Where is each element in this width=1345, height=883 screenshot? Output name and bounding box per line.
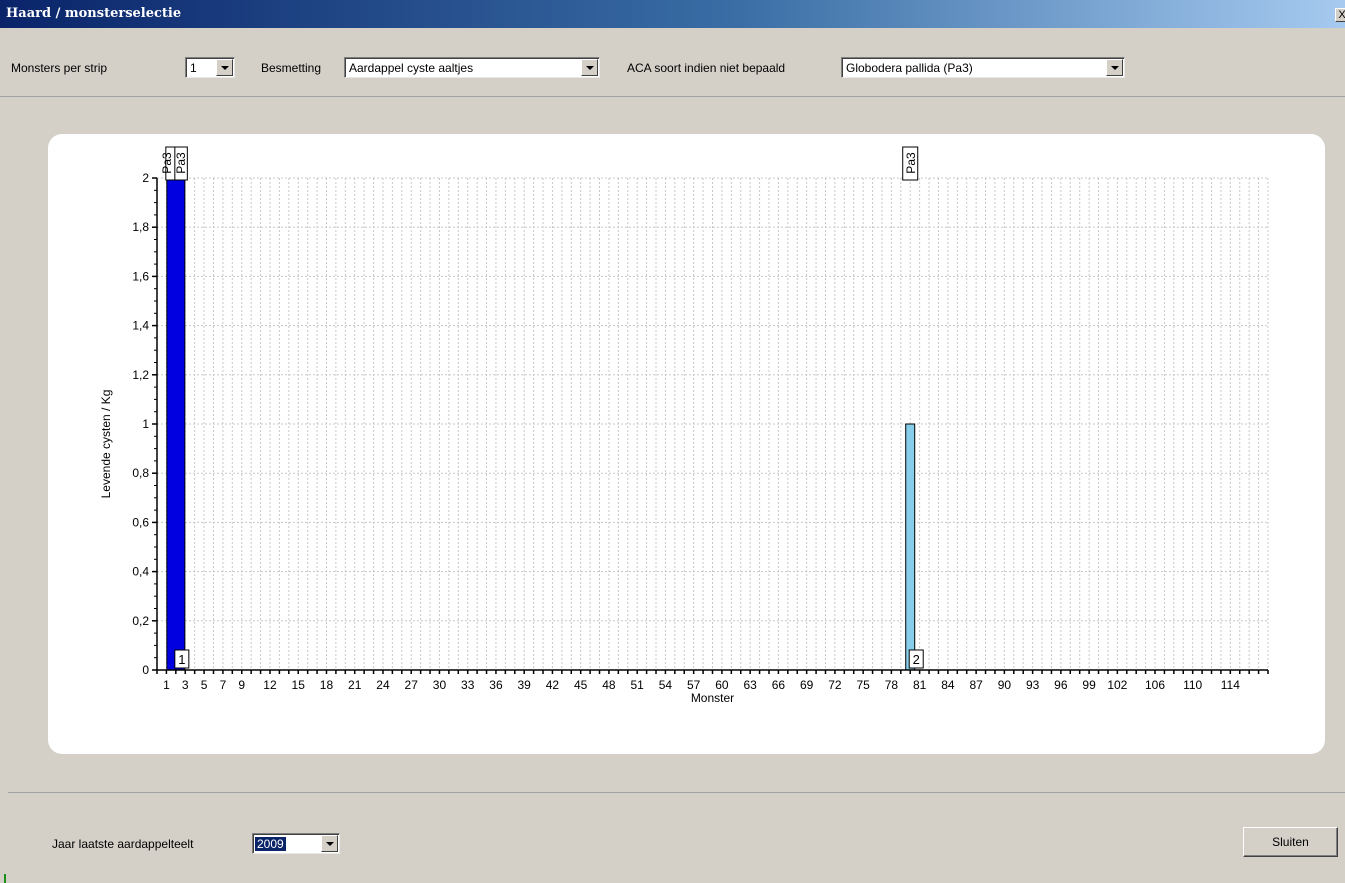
x-tick-label: 69 xyxy=(800,678,814,692)
x-tick-label: 78 xyxy=(885,678,899,692)
x-tick-label: 90 xyxy=(998,678,1012,692)
x-tick-label: 63 xyxy=(743,678,757,692)
y-tick-label: 0,6 xyxy=(132,515,149,529)
x-tick-label: 42 xyxy=(546,678,560,692)
bar-bottom-label: 1 xyxy=(178,652,185,667)
x-tick-label: 27 xyxy=(405,678,419,692)
x-tick-label: 3 xyxy=(182,678,189,692)
bar-bottom-label: 2 xyxy=(913,652,920,667)
x-tick-label: 45 xyxy=(574,678,588,692)
bar-chart[interactable]: 1Pa3Pa32Pa300,20,40,60,811,21,41,61,821 3… xyxy=(48,134,1325,754)
bar-sample-2 xyxy=(905,423,916,671)
y-tick-label: 1,6 xyxy=(132,269,149,283)
x-tick-label: 93 xyxy=(1026,678,1040,692)
close-window-button[interactable]: X xyxy=(1335,8,1345,22)
x-tick-label: 84 xyxy=(941,678,955,692)
bar-sample-1 xyxy=(166,177,186,671)
monsters-per-strip-select[interactable]: 1 xyxy=(185,57,235,78)
x-tick-label: 1 xyxy=(163,678,170,692)
besmetting-value: Aardappel cyste aaltjes xyxy=(349,61,474,75)
x-tick-label: 18 xyxy=(320,678,334,692)
y-tick-label: 0,8 xyxy=(132,466,149,480)
besmetting-select[interactable]: Aardappel cyste aaltjes xyxy=(344,57,600,78)
jaar-label: Jaar laatste aardappelteelt xyxy=(52,837,194,851)
chart-card: 1 Pa3 Pa3 2 Pa3 0 0,2 0,4 0,6 0,8 1 1,2 1,4 1,6 1,8 2 1 3… xyxy=(48,134,1325,754)
bottom-bar: Jaar laatste aardappelteelt 2009 Sluiten xyxy=(0,793,1345,883)
chevron-down-icon[interactable] xyxy=(216,59,233,76)
aca-soort-value: Globodera pallida (Pa3) xyxy=(846,61,973,75)
x-tick-label: 15 xyxy=(292,678,306,692)
x-tick-label: 48 xyxy=(602,678,616,692)
y-tick-label: 1 xyxy=(142,417,149,431)
bar-top-label: Pa3 xyxy=(904,152,918,174)
x-tick-label: 33 xyxy=(461,678,475,692)
y-tick-label: 0,2 xyxy=(132,614,149,628)
x-tick-label: 99 xyxy=(1082,678,1096,692)
x-tick-label: 9 xyxy=(238,678,245,692)
monsters-per-strip-value: 1 xyxy=(190,61,197,75)
title-bar: Haard / monsterselectie X xyxy=(0,0,1345,28)
status-mark xyxy=(4,874,6,883)
aca-soort-label: ACA soort indien niet bepaald xyxy=(627,61,786,75)
x-tick-label: 57 xyxy=(687,678,701,692)
x-tick-label: 5 xyxy=(201,678,208,692)
x-tick-label: 102 xyxy=(1107,678,1127,692)
monsters-per-strip-label: Monsters per strip xyxy=(11,61,108,75)
x-tick-label: 54 xyxy=(659,678,673,692)
bar-top-label-extra: Pa3 xyxy=(160,152,174,174)
x-tick-label: 75 xyxy=(856,678,870,692)
chevron-down-icon[interactable] xyxy=(581,59,598,76)
chevron-down-icon[interactable] xyxy=(321,835,338,852)
x-tick-label: 66 xyxy=(772,678,786,692)
x-tick-label: 39 xyxy=(518,678,532,692)
x-tick-label: 12 xyxy=(263,678,277,692)
x-tick-label: 30 xyxy=(433,678,447,692)
y-tick-label: 1,4 xyxy=(132,319,149,333)
y-tick-label: 1,8 xyxy=(132,220,149,234)
x-tick-label: 72 xyxy=(828,678,842,692)
y-tick-label: 1,2 xyxy=(132,368,149,382)
jaar-select[interactable]: 2009 xyxy=(252,833,340,854)
chevron-down-icon[interactable] xyxy=(1106,59,1123,76)
x-tick-label: 24 xyxy=(376,678,390,692)
y-axis-title: Levende cysten / Kg xyxy=(99,390,113,499)
bar-top-label: Pa3 xyxy=(174,152,188,174)
x-tick-label: 36 xyxy=(489,678,503,692)
x-tick-label: 60 xyxy=(715,678,729,692)
y-tick-label: 0 xyxy=(142,663,149,677)
window-title: Haard / monsterselectie xyxy=(6,6,182,21)
x-tick-label: 87 xyxy=(969,678,983,692)
x-tick-label: 21 xyxy=(348,678,362,692)
y-tick-label: 2 xyxy=(142,171,149,185)
x-tick-label: 110 xyxy=(1183,678,1202,692)
x-tick-label: 51 xyxy=(630,678,644,692)
x-tick-label: 81 xyxy=(913,678,927,692)
besmetting-label: Besmetting xyxy=(261,61,322,75)
chart-panel: 1 Pa3 Pa3 2 Pa3 0 0,2 0,4 0,6 0,8 1 1,2 1,4 1,6 1,8 2 1 3… xyxy=(8,96,1345,793)
aca-soort-select[interactable]: Globodera pallida (Pa3) xyxy=(841,57,1125,78)
y-tick-label: 0,4 xyxy=(132,565,149,579)
x-tick-label: 7 xyxy=(220,678,227,692)
filter-toolbar: Monsters per strip 1 Besmetting Aardappe… xyxy=(0,28,1345,97)
jaar-value: 2009 xyxy=(255,837,286,851)
x-tick-label: 106 xyxy=(1145,678,1165,692)
x-tick-label: 114 xyxy=(1221,678,1240,692)
x-axis-title: Monster xyxy=(691,691,734,705)
sluiten-button[interactable]: Sluiten xyxy=(1243,827,1338,857)
x-tick-label: 96 xyxy=(1054,678,1068,692)
